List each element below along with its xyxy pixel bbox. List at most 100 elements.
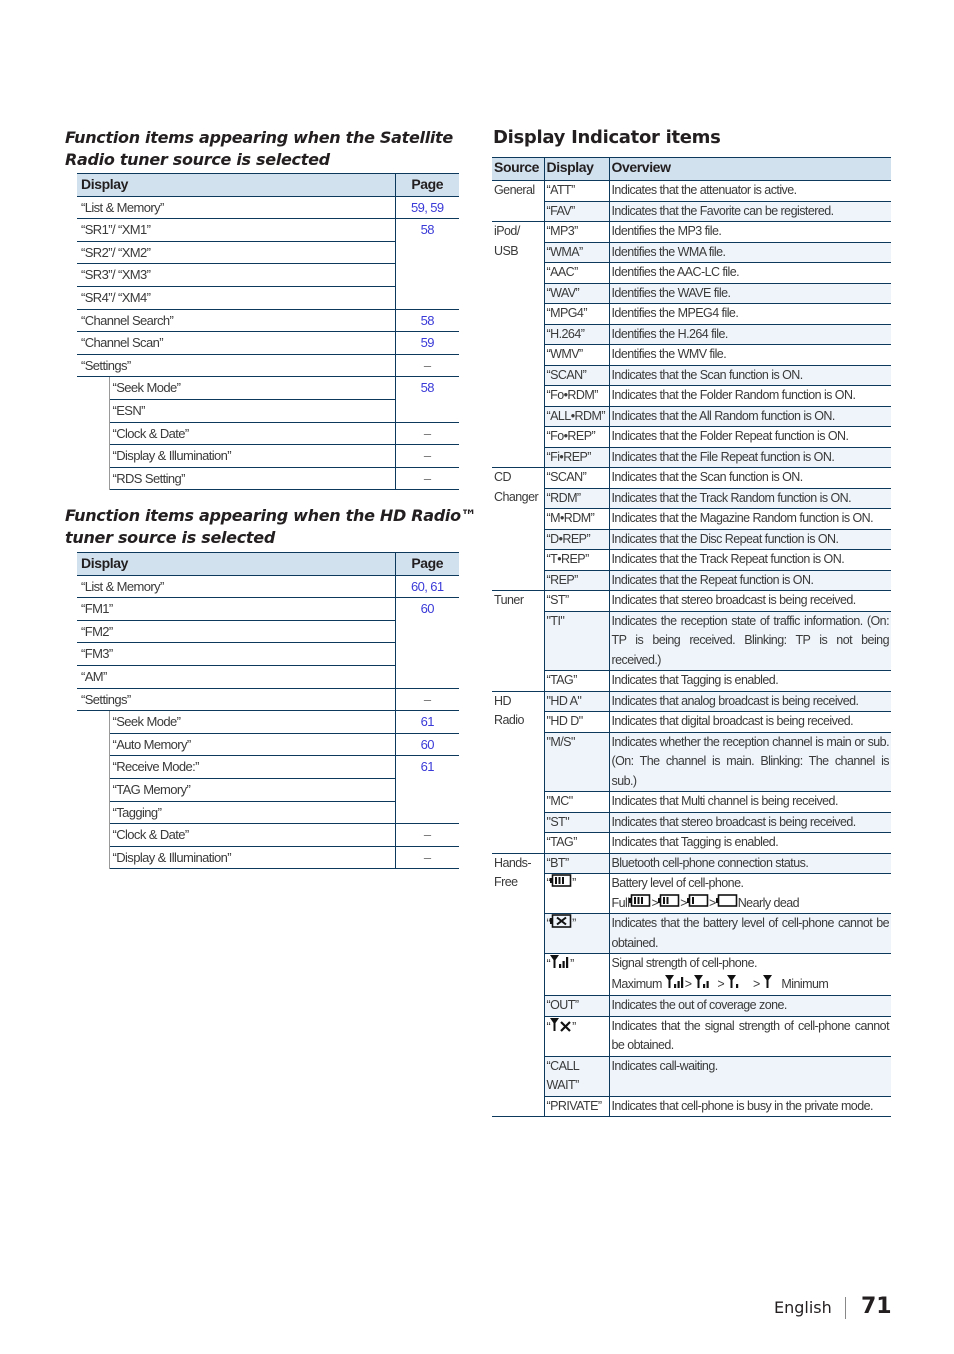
overview-text: Indicates that the Favorite can be regis… bbox=[611, 203, 835, 218]
display-cell: “MPG4” bbox=[543, 303, 609, 325]
overview-cell: Indicates that Tagging is enabled. bbox=[608, 670, 891, 692]
page-link[interactable]: 60, 61 bbox=[394, 575, 459, 599]
overview-cell: Indicates that the Track Repeat function… bbox=[608, 549, 891, 571]
overview-text: Battery level of cell-phone. bbox=[611, 876, 744, 890]
overview-cell: Indicates the reception state of traffic… bbox=[608, 611, 891, 671]
display-cell: “AAC” bbox=[543, 262, 609, 284]
table-row: “WMV” Identifies the WMV file. bbox=[492, 344, 891, 366]
display-cell: “REP” bbox=[543, 570, 609, 591]
page-link[interactable]: 59, 59 bbox=[394, 196, 459, 220]
overview-text: Indicates the out of coverage zone. bbox=[611, 998, 788, 1013]
title-line: tuner source is selected bbox=[65, 528, 275, 547]
table-row: “Channel Search” 58 bbox=[77, 309, 459, 333]
display-cell: “ST” bbox=[543, 590, 609, 612]
display-cell: “Channel Scan” bbox=[77, 331, 395, 355]
page-link[interactable]: 58 bbox=[394, 376, 459, 423]
display-cell: “ALL•RDM” bbox=[543, 406, 609, 427]
table-row: “WAV” Identifies the WAVE file. bbox=[492, 283, 891, 304]
overview-cell: Indicates that the battery level of cell… bbox=[608, 913, 891, 955]
display-cell: “Clock & Date” bbox=[109, 823, 395, 847]
battery-two-bars-icon bbox=[658, 893, 680, 914]
page-link[interactable]: 59 bbox=[394, 331, 459, 355]
display-cell: “FM2” bbox=[77, 620, 395, 644]
overview-cell: Indicates that the Scan function is ON. bbox=[608, 365, 891, 386]
table-row: “” Signal strength of cell-phone. Maximum … bbox=[492, 953, 891, 997]
overview-cell: Indicates that Multi channel is being re… bbox=[608, 791, 891, 813]
overview-cell: Identifies the WMV file. bbox=[608, 344, 891, 366]
table-row: “FAV” Indicates that the Favorite can be … bbox=[492, 201, 891, 222]
table-row: “AAC” Identifies the AAC-LC file. bbox=[492, 262, 891, 284]
table-row: Hands-Free “BT” Bluetooth cell-phone conne… bbox=[492, 853, 891, 1118]
table-row: "TI" Indicates the reception state of tra… bbox=[492, 611, 891, 671]
display-cell: “WAV” bbox=[543, 283, 609, 304]
overview-cell: Indicates that the File Repeat function … bbox=[608, 447, 891, 468]
overview-cell: Indicates that the signal strength of ce… bbox=[608, 1016, 891, 1057]
table-row: “Seek Mode” 61 bbox=[77, 710, 459, 869]
table-row: “List & Memory” 59, 59 bbox=[77, 196, 459, 220]
display-cell: “ESN” bbox=[109, 399, 395, 423]
battery-empty-icon bbox=[715, 893, 738, 914]
display-cell: “Receive Mode:” bbox=[109, 755, 395, 779]
overview-text: Indicates the reception state of traffic… bbox=[611, 613, 890, 667]
overview-text: Indicates that the Folder Repeat functio… bbox=[611, 429, 849, 443]
page-link[interactable]: 60 bbox=[394, 597, 459, 689]
overview-text: Indicates that Tagging is enabled. bbox=[611, 835, 779, 849]
overview-cell: Identifies the WMA file. bbox=[608, 242, 891, 263]
overview-cell: Identifies the MP3 file. bbox=[608, 221, 891, 243]
display-cell: “Settings” bbox=[77, 354, 395, 378]
greater-than: > bbox=[717, 976, 725, 991]
overview-cell: Bluetooth cell-phone connection status. bbox=[608, 853, 891, 874]
column-header-page: Page bbox=[394, 173, 459, 197]
overview-text: Indicates that the Magazine Random funct… bbox=[611, 511, 874, 525]
overview-text: Identifies the AAC-LC file. bbox=[611, 265, 740, 279]
satellite-function-table: Display Page “List & Memory” 59, 59 “SR1”/… bbox=[77, 173, 459, 491]
page-cell: – bbox=[394, 846, 459, 870]
overview-text: Indicates that digital broadcast is bein… bbox=[611, 714, 854, 728]
column-header-display: Display bbox=[543, 157, 609, 181]
page-link[interactable]: 61 bbox=[394, 755, 459, 825]
page-link[interactable]: 58 bbox=[394, 309, 459, 333]
table-row: “WMA” Identifies the WMA file. bbox=[492, 242, 891, 263]
scale-end-label: Minimum bbox=[781, 976, 829, 991]
table-row: “FM1” 60 bbox=[77, 597, 459, 689]
page-link[interactable]: 60 bbox=[394, 733, 459, 757]
overview-text: Identifies the MP3 file. bbox=[611, 224, 722, 238]
page-link[interactable]: 61 bbox=[394, 710, 459, 734]
table-row: “TAG” Indicates that Tagging is enabled. bbox=[492, 832, 891, 854]
page-link[interactable]: 58 bbox=[394, 218, 459, 310]
battery-full-icon bbox=[550, 874, 572, 894]
table-row: “Fi•REP” Indicates that the File Repeat f… bbox=[492, 447, 891, 468]
display-cell: “SR1”/ “XM1” bbox=[77, 218, 395, 242]
overview-cell: Indicates that the Folder Random functio… bbox=[608, 385, 891, 407]
overview-text: Indicates that the signal strength of ce… bbox=[611, 1018, 890, 1053]
display-cell: “FM1” bbox=[77, 597, 395, 621]
display-indicator-table: Source Display Overview General “ATT” Indi… bbox=[492, 157, 891, 1118]
overview-cell: Indicates that the All Random function i… bbox=[608, 406, 891, 427]
display-cell: "M/S" bbox=[543, 732, 609, 792]
overview-cell: Indicates that digital broadcast is bein… bbox=[608, 711, 891, 733]
table-row: “PRIVATE” Indicates that cell-phone is bu… bbox=[492, 1096, 891, 1118]
signal-max-icon bbox=[550, 954, 570, 976]
overview-text: Indicates that the Scan function is ON. bbox=[611, 470, 804, 484]
overview-text: Indicates that stereo broadcast is being… bbox=[611, 593, 857, 607]
display-cell: “RDS Setting” bbox=[109, 467, 395, 491]
display-cell: “TAG” bbox=[543, 832, 609, 854]
overview-cell: Indicates that the Favorite can be regis… bbox=[608, 201, 891, 222]
display-cell: “Auto Memory” bbox=[109, 733, 395, 757]
column-header-page: Page bbox=[394, 552, 459, 576]
display-cell: “ATT” bbox=[543, 180, 609, 202]
signal-none-icon bbox=[762, 974, 773, 996]
table-row: “Fo•REP” Indicates that the Folder Repeat… bbox=[492, 426, 891, 448]
display-cell: "HD D" bbox=[543, 711, 609, 733]
footer-divider bbox=[845, 1297, 846, 1319]
display-cell: “Clock & Date” bbox=[109, 422, 395, 446]
overview-text: Signal strength of cell-phone. bbox=[611, 956, 758, 971]
table-row: “RDS Setting” – bbox=[77, 467, 459, 491]
table-row: “D•REP” Indicates that the Disc Repeat fu… bbox=[492, 529, 891, 550]
page-cell: – bbox=[394, 354, 459, 378]
table-row: “Display & Illumination” – bbox=[77, 444, 459, 468]
display-cell: “WMA” bbox=[543, 242, 609, 263]
display-cell: “Channel Search” bbox=[77, 309, 395, 333]
display-cell: “FAV” bbox=[543, 201, 609, 222]
display-cell: “PRIVATE” bbox=[543, 1096, 609, 1118]
